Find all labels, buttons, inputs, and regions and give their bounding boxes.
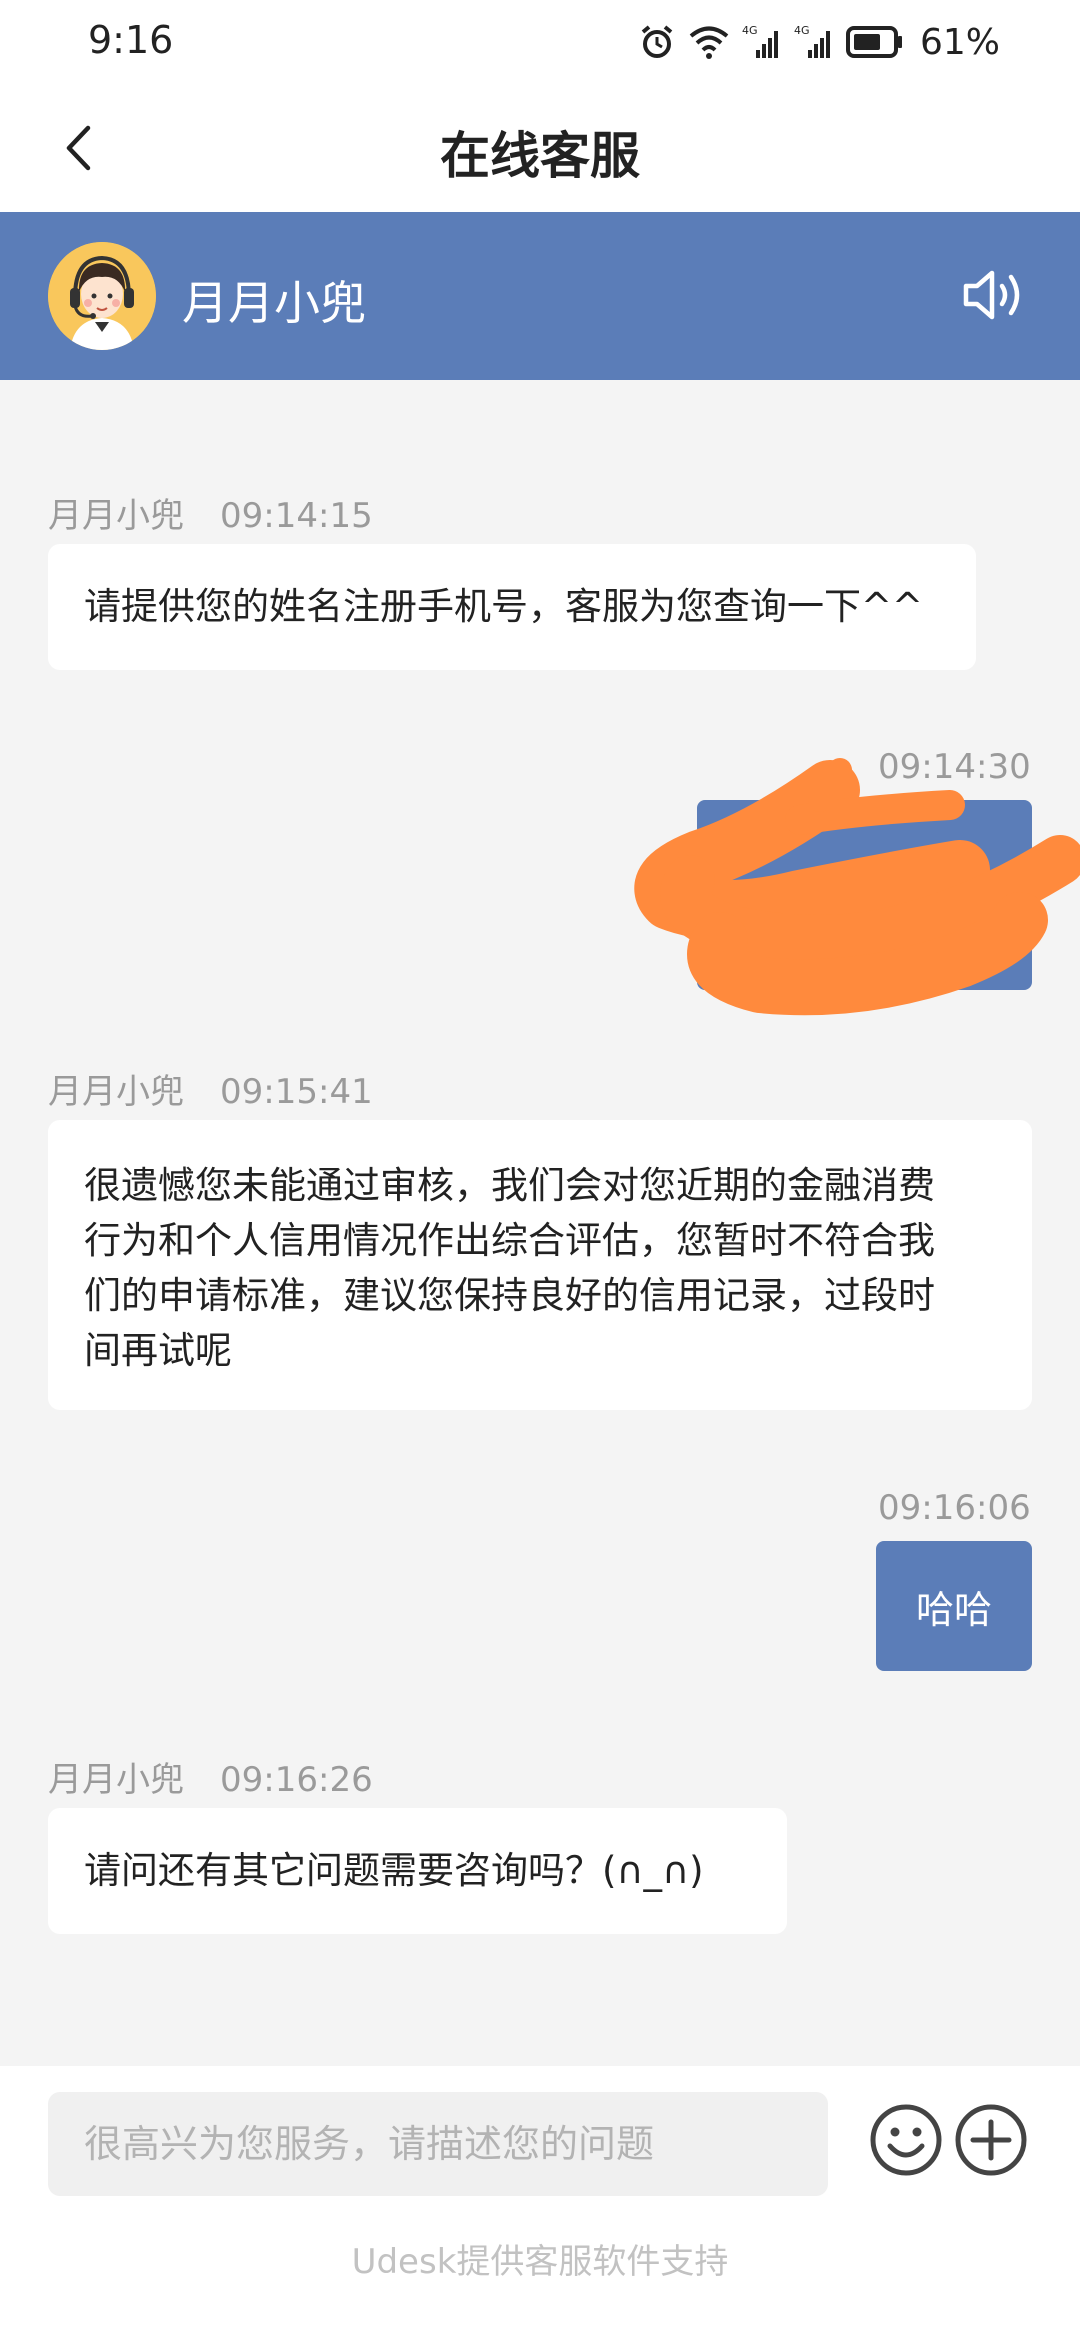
agent-message-bubble[interactable]: 请问还有其它问题需要咨询吗？(∩_∩) — [48, 1808, 787, 1934]
signal-4g-icon: 4G — [742, 24, 778, 58]
svg-text:4G: 4G — [742, 24, 758, 37]
speaker-icon — [963, 270, 1020, 320]
message-time: 09:15:41 — [220, 1072, 373, 1112]
emoji-icon — [870, 2104, 942, 2176]
battery-icon — [845, 26, 902, 58]
nav-bar: 在线客服 — [0, 84, 1080, 212]
status-icons: 4G 4G 61% — [638, 20, 1000, 64]
plus-button[interactable] — [953, 2102, 1029, 2178]
status-bar: 9:16 4G 4G 61% — [0, 0, 1080, 84]
message-line: 很遗憾您未能通过审核，我们会对您近期的金融消费 — [84, 1164, 935, 1207]
alarm-icon — [641, 25, 673, 58]
message-time: 09:16:26 — [220, 1760, 373, 1800]
message-sender: 月月小兜 — [48, 496, 184, 536]
battery-percentage: 61% — [919, 21, 1000, 63]
message-sender: 月月小兜 — [48, 1760, 184, 1800]
user-message-bubble[interactable]: 哈哈 — [876, 1541, 1032, 1671]
message-meta: 月月小兜 09:14:15 — [48, 488, 373, 537]
message-time: 09:16:06 — [878, 1488, 1031, 1528]
input-area: Udesk提供客服软件支持 — [0, 2066, 1080, 2340]
message-sender: 月月小兜 — [48, 1072, 184, 1112]
message-line: 间再试呢 — [84, 1329, 232, 1372]
signal-4g-icon: 4G — [794, 24, 830, 58]
message-meta: 月月小兜 09:15:41 — [48, 1064, 373, 1113]
agent-message-bubble[interactable]: 请提供您的姓名注册手机号，客服为您查询一下^^ — [48, 544, 976, 670]
agent-name: 月月小兜 — [182, 276, 366, 330]
speaker-button[interactable] — [958, 262, 1032, 328]
agent-message-bubble[interactable]: 很遗憾您未能通过审核，我们会对您近期的金融消费 行为和个人信用情况作出综合评估，… — [48, 1120, 1032, 1410]
agent-avatar-headset-icon — [48, 242, 156, 350]
emoji-button[interactable] — [868, 2102, 944, 2178]
agent-header: 月月小兜 — [0, 212, 1080, 380]
message-text: 请提供您的姓名注册手机号，客服为您查询一下^^ — [84, 585, 924, 628]
status-time: 9:16 — [88, 18, 174, 62]
message-meta: 月月小兜 09:16:26 — [48, 1752, 373, 1801]
message-line: 行为和个人信用情况作出综合评估，您暂时不符合我 — [84, 1219, 935, 1262]
footer-credit: Udesk提供客服软件支持 — [351, 2242, 729, 2282]
message-line: 们的申请标准，建议您保持良好的信用记录，过段时 — [84, 1274, 935, 1317]
message-time: 09:14:30 — [878, 747, 1031, 787]
svg-text:4G: 4G — [794, 24, 810, 37]
wifi-icon — [689, 26, 729, 59]
message-input[interactable] — [48, 2092, 828, 2196]
plus-circle-icon — [955, 2104, 1027, 2176]
user-message-bubble-redacted[interactable] — [697, 800, 1032, 990]
message-text: 哈哈 — [915, 1587, 992, 1632]
page-title: 在线客服 — [440, 127, 640, 185]
agent-avatar — [48, 242, 156, 350]
message-text: 请问还有其它问题需要咨询吗？(∩_∩) — [84, 1849, 704, 1892]
message-time: 09:14:15 — [220, 496, 373, 536]
